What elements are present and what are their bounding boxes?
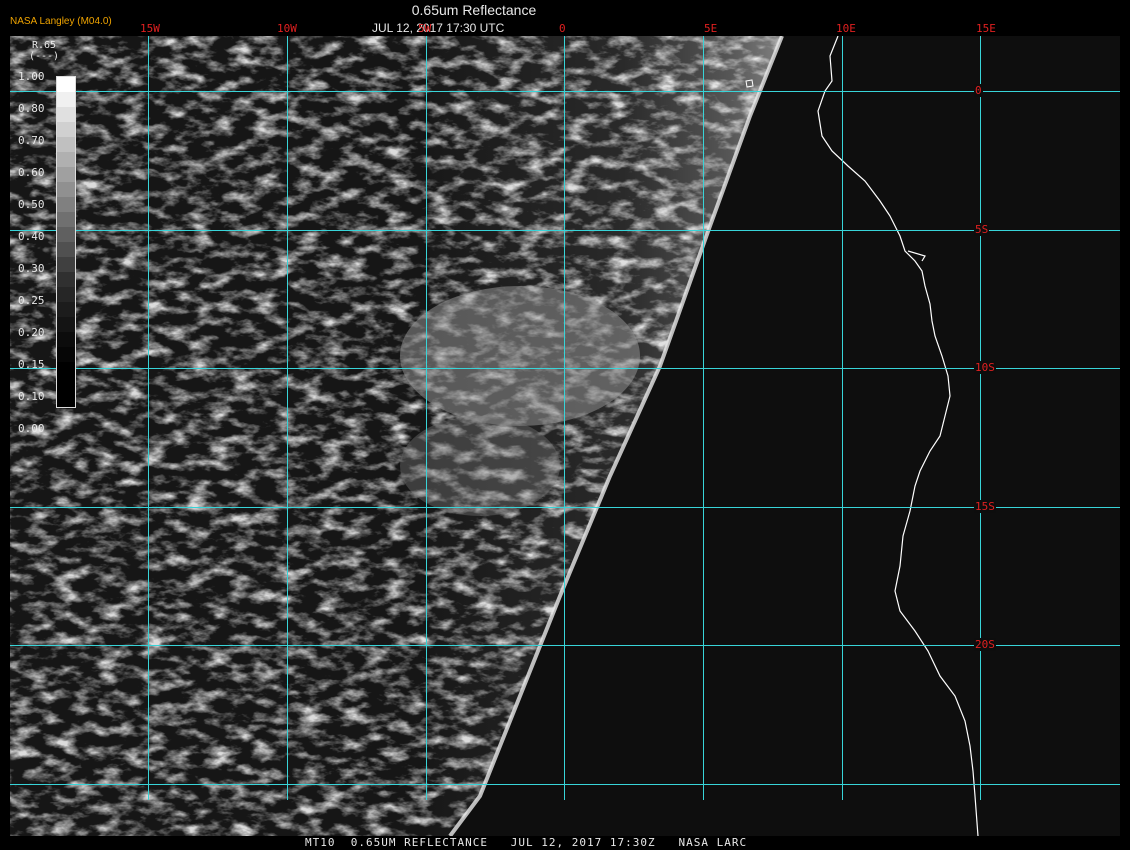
legend-title: R.65: [31, 40, 57, 51]
lon-label-0: 0: [559, 22, 566, 35]
legend-tick: 0.60: [18, 166, 45, 179]
lat-label-20s: 20S: [974, 638, 996, 651]
legend-units: (---): [28, 51, 60, 62]
satellite-imagery: [10, 36, 979, 836]
footer-caption: MT10 0.65UM REFLECTANCE JUL 12, 2017 17:…: [305, 836, 748, 849]
meridian-10w: [287, 36, 288, 800]
parallel-5s: [10, 230, 1120, 231]
image-title: 0.65um Reflectance: [411, 2, 537, 18]
legend-tick: 0.40: [18, 230, 45, 243]
meridian-15w: [148, 36, 149, 800]
lon-label-15w: 15W: [140, 22, 160, 35]
legend-tick: 0.70: [18, 134, 45, 147]
legend-tick: 0.25: [18, 294, 45, 307]
meridian-0: [564, 36, 565, 800]
header-bar: NASA Langley (M04.0) 0.65um Reflectance …: [0, 0, 1130, 36]
legend-tick: 0.10: [18, 390, 45, 403]
legend-tick: 0.50: [18, 198, 45, 211]
image-datetime: JUL 12, 2017 17:30 UTC: [372, 21, 505, 35]
lon-label-10e: 10E: [836, 22, 856, 35]
lon-label-5w: 5W: [418, 22, 432, 35]
lat-label-15s: 15S: [974, 500, 996, 513]
legend-tick: 0.20: [18, 326, 45, 339]
legend-colorbar: [56, 76, 76, 408]
meridian-15e: [980, 36, 981, 800]
footer-bar: MT10 0.65UM REFLECTANCE JUL 12, 2017 17:…: [0, 836, 1130, 850]
legend-tick: 0.00: [18, 422, 45, 435]
parallel-20s: [10, 645, 1120, 646]
lat-label-0: 0: [974, 84, 983, 97]
parallel-25s: [10, 784, 1120, 785]
legend-tick: 0.30: [18, 262, 45, 275]
meridian-5w: [426, 36, 427, 800]
parallel-15s: [10, 507, 1120, 508]
satellite-map[interactable]: [10, 36, 1120, 836]
lat-label-5s: 5S: [974, 223, 990, 236]
legend-tick: 1.00: [18, 70, 45, 83]
legend-tick: 0.80: [18, 102, 45, 115]
lat-label-10s: 10S: [974, 361, 996, 374]
lon-label-15e: 15E: [976, 22, 996, 35]
meridian-5e: [703, 36, 704, 800]
color-legend: R.65 (---) 1.00 0.80 0.70 0.60 0.50 0.40…: [14, 40, 78, 435]
lon-label-10w: 10W: [277, 22, 297, 35]
lon-label-5e: 5E: [704, 22, 718, 35]
meridian-10e: [842, 36, 843, 800]
parallel-10s: [10, 368, 1120, 369]
legend-tick: 0.15: [18, 358, 45, 371]
parallel-0: [10, 91, 1120, 92]
